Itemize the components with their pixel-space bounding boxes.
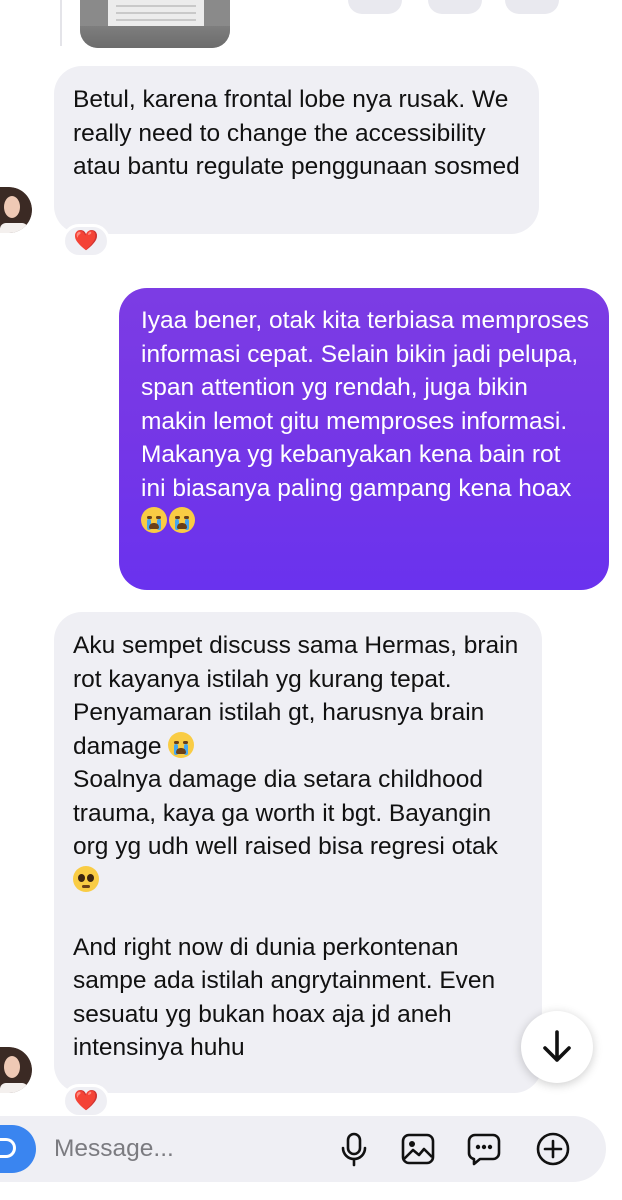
message-text: Aku sempet discuss sama Hermas, brain ro… — [73, 632, 519, 760]
outgoing-message-bubble[interactable]: Iyaa bener, otak kita terbiasa memproses… — [119, 288, 609, 590]
heart-icon: ❤️ — [73, 1090, 99, 1112]
sender-avatar[interactable] — [0, 1047, 32, 1093]
loudly-crying-face-icon — [168, 731, 195, 758]
image-document-content — [108, 0, 204, 26]
heart-reaction-badge[interactable]: ❤️ — [62, 224, 110, 258]
message-action-icon[interactable] — [428, 0, 482, 14]
message-action-icon[interactable] — [505, 0, 559, 14]
add-icon[interactable] — [535, 1131, 571, 1167]
loudly-crying-face-icon — [141, 507, 167, 533]
gallery-icon[interactable] — [400, 1131, 436, 1167]
message-composer — [0, 1116, 606, 1182]
arrow-down-icon — [543, 1030, 571, 1062]
shared-image-preview[interactable] — [80, 0, 230, 48]
message-text: Betul, karena frontal lobe nya rusak. We… — [73, 86, 520, 180]
message-text: Soalnya damage dia setara childhood trau… — [73, 766, 498, 860]
chat-bubble-icon[interactable] — [466, 1131, 502, 1167]
microphone-icon[interactable] — [336, 1131, 372, 1167]
loudly-crying-face-icon — [169, 507, 195, 533]
message-action-icon[interactable] — [348, 0, 402, 14]
sender-avatar[interactable] — [0, 187, 32, 233]
scroll-to-bottom-button[interactable] — [521, 1011, 593, 1083]
reply-thread-line — [60, 0, 62, 46]
camera-icon — [0, 1138, 16, 1158]
heart-icon: ❤️ — [73, 230, 99, 252]
incoming-message-bubble[interactable]: Betul, karena frontal lobe nya rusak. We… — [54, 66, 539, 234]
pleading-face-icon — [73, 865, 99, 892]
message-text: Iyaa bener, otak kita terbiasa memproses… — [141, 307, 590, 502]
heart-reaction-badge[interactable]: ❤️ — [62, 1084, 110, 1118]
message-text: And right now di dunia perkontenan sampe… — [73, 933, 496, 1062]
message-input[interactable] — [54, 1133, 304, 1165]
camera-button[interactable] — [0, 1125, 36, 1173]
incoming-message-bubble[interactable]: Aku sempet discuss sama Hermas, brain ro… — [54, 612, 542, 1093]
